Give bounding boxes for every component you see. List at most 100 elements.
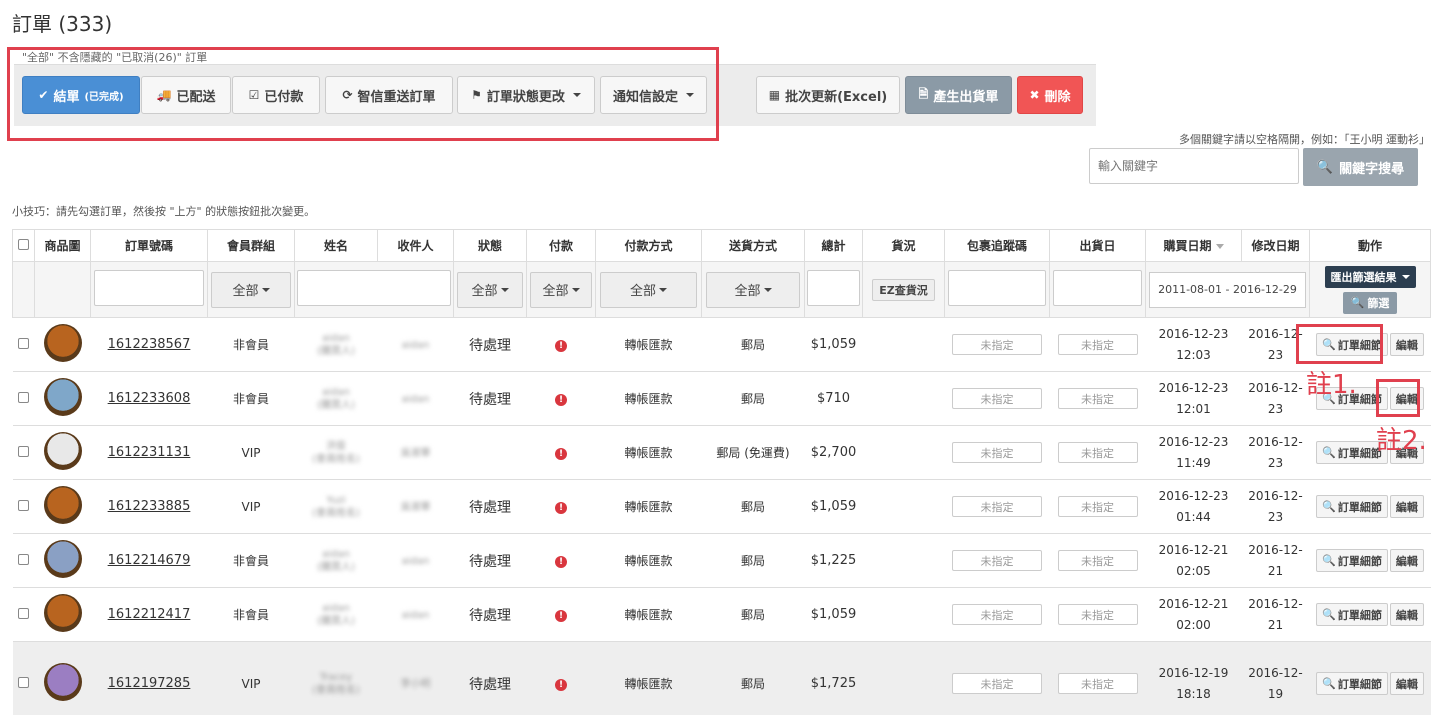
order-detail-button[interactable]: 🔍 訂單細節 bbox=[1316, 549, 1388, 572]
product-thumbnail[interactable] bbox=[43, 486, 82, 524]
pay-method-filter[interactable]: 全部 bbox=[600, 271, 697, 308]
row-checkbox[interactable] bbox=[18, 391, 29, 403]
payment-cell: ! bbox=[526, 587, 596, 642]
buy-time: 11:49 bbox=[1176, 455, 1211, 470]
search-input[interactable] bbox=[1089, 148, 1299, 184]
filter-button[interactable]: 🔍 篩選 bbox=[1342, 291, 1398, 314]
header-select-all[interactable] bbox=[12, 229, 35, 262]
pay-method-cell: 轉帳匯款 bbox=[595, 317, 702, 372]
edit-button[interactable]: 編輯 bbox=[1389, 333, 1424, 356]
gen-shipping-button[interactable]: 🗎 產生出貨單 bbox=[905, 76, 1012, 114]
status-filter-label: 全部 bbox=[471, 284, 498, 299]
product-thumbnail[interactable] bbox=[43, 540, 82, 578]
edit-button[interactable]: 編輯 bbox=[1389, 495, 1424, 518]
product-thumbnail[interactable] bbox=[43, 663, 82, 701]
name-cell: aidan (購買人) bbox=[294, 533, 378, 588]
row-select-cell[interactable] bbox=[12, 479, 35, 534]
ship-date-filter[interactable] bbox=[1052, 270, 1143, 306]
ship-date-input[interactable]: 未指定 bbox=[1057, 604, 1138, 625]
tracking-input[interactable]: 未指定 bbox=[952, 550, 1042, 571]
product-thumbnail[interactable] bbox=[43, 378, 82, 416]
tracking-filter[interactable] bbox=[948, 270, 1046, 306]
buy-date: 2016-12-23 bbox=[1158, 488, 1229, 503]
status-cell: 待處理 bbox=[453, 641, 527, 715]
status-filter[interactable]: 全部 bbox=[456, 271, 524, 308]
buyer-name: aidan bbox=[322, 548, 350, 560]
total-cell: $1,225 bbox=[804, 533, 863, 588]
edit-button[interactable]: 編輯 bbox=[1389, 549, 1424, 572]
row-checkbox[interactable] bbox=[18, 445, 29, 457]
row-select-cell[interactable] bbox=[12, 371, 35, 426]
export-results-button[interactable]: 匯出篩選結果 bbox=[1324, 265, 1416, 288]
edit-button[interactable]: 編輯 bbox=[1389, 672, 1424, 695]
header-tracking: 包裹追蹤碼 bbox=[944, 229, 1050, 262]
date-range-filter[interactable]: 2011-08-01 - 2016-12-29 bbox=[1149, 271, 1306, 308]
row-select-cell[interactable] bbox=[12, 317, 35, 372]
filter-row: 全部 全部 全部 全部 全部 EZ查貨況 2011-08-01 - 2016-1… bbox=[12, 261, 1431, 318]
order-number-link[interactable]: 1612214679 bbox=[108, 553, 191, 568]
order-no-cell: 1612197285 bbox=[90, 641, 208, 715]
product-thumbnail[interactable] bbox=[43, 594, 82, 632]
row-select-cell[interactable] bbox=[12, 587, 35, 642]
file-icon: 🗎 bbox=[918, 86, 929, 101]
ship-method-filter[interactable]: 全部 bbox=[706, 271, 800, 308]
name-filter[interactable] bbox=[297, 270, 451, 306]
ship-date-input[interactable]: 未指定 bbox=[1057, 334, 1138, 355]
ship-date-input[interactable]: 未指定 bbox=[1057, 496, 1138, 517]
header-group: 會員群組 bbox=[207, 229, 295, 262]
product-thumbnail[interactable] bbox=[43, 432, 82, 470]
tracking-input[interactable]: 未指定 bbox=[952, 496, 1042, 517]
ship-date-input[interactable]: 未指定 bbox=[1057, 550, 1138, 571]
tracking-cell: 未指定 bbox=[944, 641, 1050, 715]
group-filter[interactable]: 全部 bbox=[211, 271, 291, 308]
row-checkbox[interactable] bbox=[18, 499, 29, 511]
batch-excel-button[interactable]: ▦ 批次更新(Excel) bbox=[756, 76, 900, 114]
order-number-link[interactable]: 1612233608 bbox=[108, 391, 191, 406]
order-number-link[interactable]: 1612233885 bbox=[108, 499, 191, 514]
row-select-cell[interactable] bbox=[12, 533, 35, 588]
header-buy-date[interactable]: 購買日期 bbox=[1145, 229, 1242, 262]
highlight-box-edit bbox=[1376, 379, 1420, 417]
tracking-input[interactable]: 未指定 bbox=[952, 442, 1042, 463]
status-cell: 待處理 bbox=[453, 587, 527, 642]
ez-cargo-button[interactable]: EZ查貨況 bbox=[872, 278, 935, 301]
delete-button[interactable]: ✖ 刪除 bbox=[1017, 76, 1083, 114]
group-cell: 非會員 bbox=[207, 587, 295, 642]
buy-date-cell: 2016-12-19 18:18 bbox=[1145, 641, 1242, 715]
buy-date: 2016-12-19 bbox=[1158, 665, 1229, 680]
product-thumbnail[interactable] bbox=[43, 324, 82, 362]
product-image-cell bbox=[34, 317, 91, 372]
edit-button[interactable]: 編輯 bbox=[1389, 603, 1424, 626]
ship-date-cell: 未指定 bbox=[1049, 641, 1146, 715]
order-number-link[interactable]: 1612197285 bbox=[108, 676, 191, 691]
sort-down-icon bbox=[1215, 244, 1224, 249]
tracking-input[interactable]: 未指定 bbox=[952, 604, 1042, 625]
total-filter[interactable] bbox=[806, 270, 861, 306]
payment-filter[interactable]: 全部 bbox=[529, 271, 593, 308]
order-number-link[interactable]: 1612231131 bbox=[108, 445, 191, 460]
search-button[interactable]: 🔍 關鍵字搜尋 bbox=[1303, 148, 1418, 186]
order-number-link[interactable]: 1612212417 bbox=[108, 607, 191, 622]
ship-date-input[interactable]: 未指定 bbox=[1057, 442, 1138, 463]
exclamation-icon: ! bbox=[555, 556, 567, 568]
tracking-input[interactable]: 未指定 bbox=[952, 334, 1042, 355]
order-number-link[interactable]: 1612238567 bbox=[108, 337, 191, 352]
exclamation-icon: ! bbox=[555, 610, 567, 622]
order-detail-button[interactable]: 🔍 訂單細節 bbox=[1316, 603, 1388, 626]
row-checkbox[interactable] bbox=[18, 553, 29, 565]
order-detail-button[interactable]: 🔍 訂單細節 bbox=[1316, 495, 1388, 518]
row-select-cell[interactable] bbox=[12, 425, 35, 480]
gen-shipping-label: 產生出貨單 bbox=[933, 89, 999, 105]
tracking-input[interactable]: 未指定 bbox=[952, 388, 1042, 409]
select-all-checkbox[interactable] bbox=[18, 238, 29, 250]
ship-date-input[interactable]: 未指定 bbox=[1057, 673, 1138, 694]
order-no-filter[interactable] bbox=[94, 270, 204, 306]
tracking-cell: 未指定 bbox=[944, 533, 1050, 588]
row-checkbox[interactable] bbox=[18, 337, 29, 349]
tracking-input[interactable]: 未指定 bbox=[952, 673, 1042, 694]
row-checkbox[interactable] bbox=[18, 607, 29, 619]
row-select-cell[interactable] bbox=[12, 641, 35, 715]
row-checkbox[interactable] bbox=[18, 676, 29, 688]
ship-date-input[interactable]: 未指定 bbox=[1057, 388, 1138, 409]
order-detail-button[interactable]: 🔍 訂單細節 bbox=[1316, 672, 1388, 695]
